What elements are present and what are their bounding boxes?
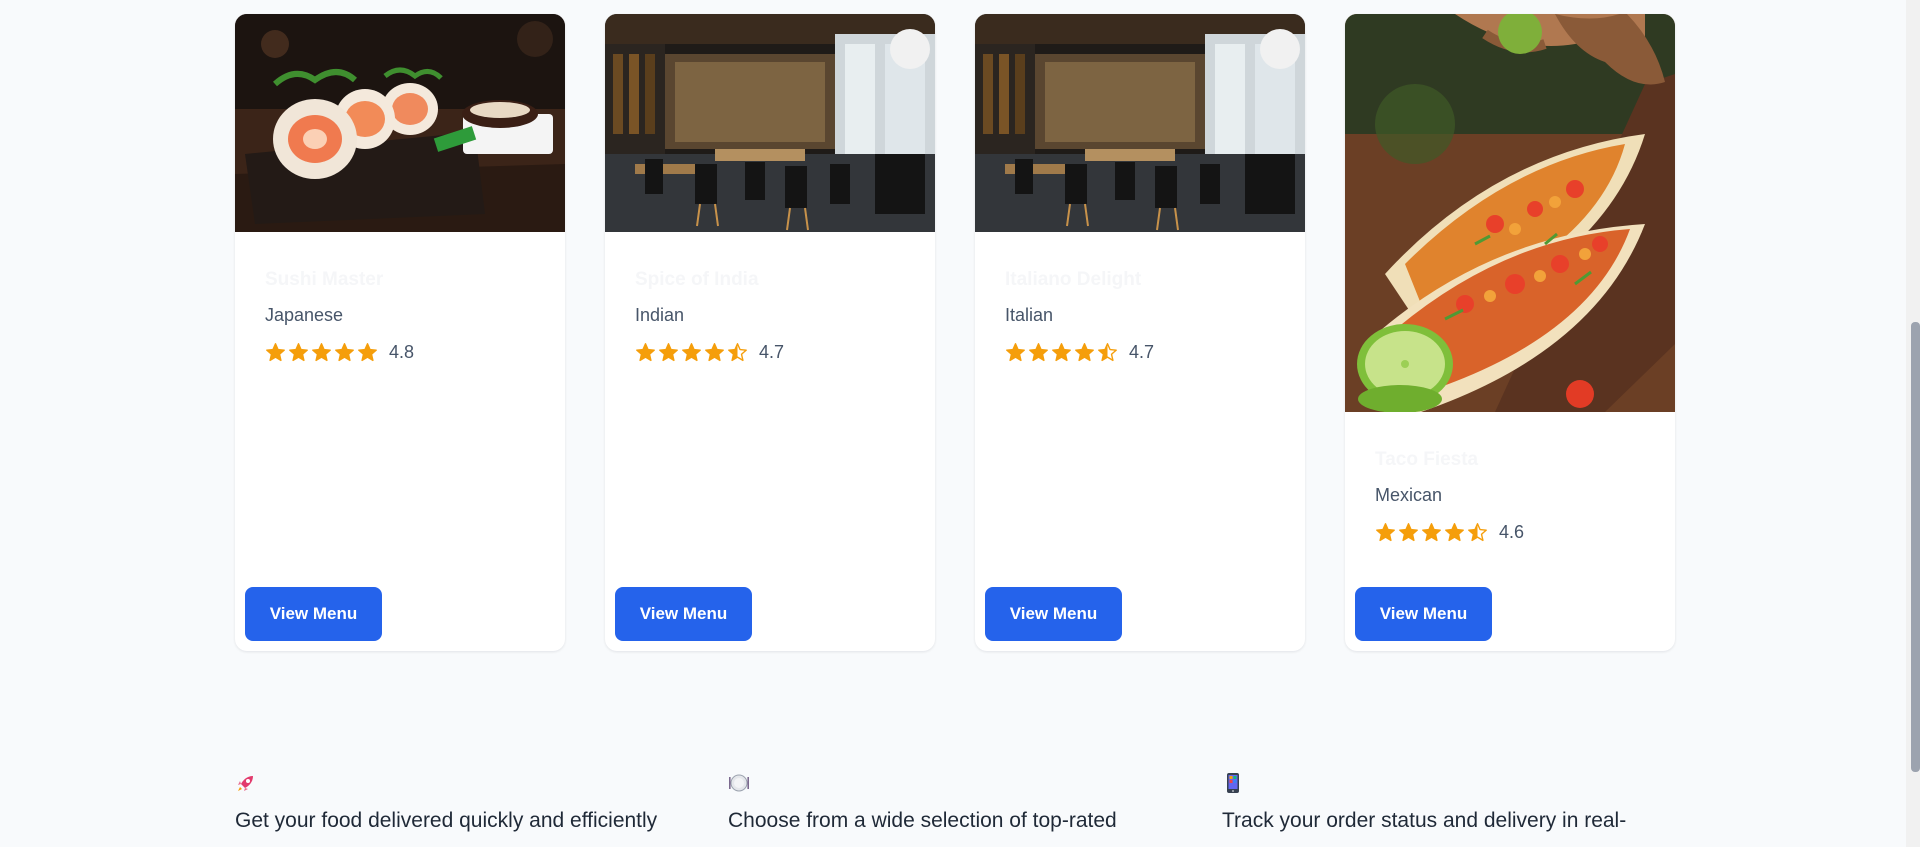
view-menu-button[interactable]: View Menu bbox=[1355, 587, 1492, 641]
star-full-icon bbox=[659, 342, 678, 361]
rating-row: 4.7 bbox=[1005, 340, 1285, 364]
feature-item: Choose from a wide selection of top-rate… bbox=[728, 772, 1198, 834]
rating-value: 4.8 bbox=[389, 341, 415, 362]
star-full-icon bbox=[1422, 522, 1441, 541]
restaurant-card: Italiano Delight Italian 4.7 View Menu bbox=[975, 14, 1305, 651]
star-full-icon bbox=[358, 342, 377, 361]
restaurant-name: Taco Fiesta bbox=[1375, 449, 1479, 470]
star-full-icon bbox=[289, 342, 308, 361]
rating-value: 4.7 bbox=[1129, 341, 1155, 362]
star-rating bbox=[1005, 342, 1118, 363]
star-full-icon bbox=[1445, 522, 1464, 541]
rating-row: 4.8 bbox=[265, 340, 545, 364]
card-body: Italiano Delight Italian 4.7 bbox=[1005, 268, 1285, 364]
restaurant-card: Taco Fiesta Mexican 4.6 View Menu bbox=[1345, 14, 1675, 651]
rating-value: 4.6 bbox=[1499, 521, 1525, 542]
restaurant-image bbox=[235, 14, 565, 232]
star-full-icon bbox=[1052, 342, 1071, 361]
restaurant-cuisine: Japanese bbox=[265, 305, 344, 325]
restaurant-name: Sushi Master bbox=[265, 269, 384, 290]
restaurant-name: Spice of India bbox=[635, 269, 759, 290]
feature-text: Track your order status and delivery in … bbox=[1222, 809, 1627, 832]
restaurant-image bbox=[605, 14, 935, 232]
restaurant-card: Sushi Master Japanese 4.8 View Menu bbox=[235, 14, 565, 651]
star-full-icon bbox=[1029, 342, 1048, 361]
star-full-icon bbox=[1006, 342, 1025, 361]
restaurant-cuisine: Italian bbox=[1005, 305, 1054, 325]
view-menu-button[interactable]: View Menu bbox=[985, 587, 1122, 641]
page-scrollbar-thumb[interactable] bbox=[1911, 322, 1920, 772]
rocket-icon bbox=[238, 776, 253, 791]
restaurant-image bbox=[1345, 14, 1675, 412]
star-full-icon bbox=[1376, 522, 1395, 541]
card-body: Taco Fiesta Mexican 4.6 bbox=[1375, 448, 1655, 544]
mobile-phone-icon bbox=[1227, 773, 1239, 793]
feature-text: Get your food delivered quickly and effi… bbox=[235, 809, 658, 832]
feature-item: Get your food delivered quickly and effi… bbox=[235, 772, 705, 834]
rating-row: 4.7 bbox=[635, 340, 915, 364]
star-rating bbox=[635, 342, 748, 363]
feature-item: Track your order status and delivery in … bbox=[1222, 772, 1692, 834]
card-body: Sushi Master Japanese 4.8 bbox=[265, 268, 545, 364]
star-full-icon bbox=[266, 342, 285, 361]
star-full-icon bbox=[312, 342, 331, 361]
restaurant-image bbox=[975, 14, 1305, 232]
feature-text: Choose from a wide selection of top-rate… bbox=[728, 809, 1117, 832]
restaurant-cuisine: Mexican bbox=[1375, 485, 1443, 505]
view-menu-button[interactable]: View Menu bbox=[245, 587, 382, 641]
star-full-icon bbox=[1399, 522, 1418, 541]
plate-icon bbox=[729, 774, 749, 792]
restaurant-card: Spice of India Indian 4.7 View Menu bbox=[605, 14, 935, 651]
restaurant-name: Italiano Delight bbox=[1005, 269, 1142, 290]
star-half-icon bbox=[728, 342, 747, 361]
card-body: Spice of India Indian 4.7 bbox=[635, 268, 915, 364]
restaurant-cuisine: Indian bbox=[635, 305, 685, 325]
star-half-icon bbox=[1468, 522, 1487, 541]
star-rating bbox=[265, 342, 378, 363]
star-full-icon bbox=[682, 342, 701, 361]
star-full-icon bbox=[335, 342, 354, 361]
star-half-icon bbox=[1098, 342, 1117, 361]
star-full-icon bbox=[636, 342, 655, 361]
star-full-icon bbox=[1075, 342, 1094, 361]
star-rating bbox=[1375, 522, 1488, 543]
rating-value: 4.7 bbox=[759, 341, 785, 362]
restaurant-card-grid: Sushi Master Japanese 4.8 View Menu Spic… bbox=[0, 0, 1900, 660]
star-full-icon bbox=[705, 342, 724, 361]
view-menu-button[interactable]: View Menu bbox=[615, 587, 752, 641]
rating-row: 4.6 bbox=[1375, 520, 1655, 544]
